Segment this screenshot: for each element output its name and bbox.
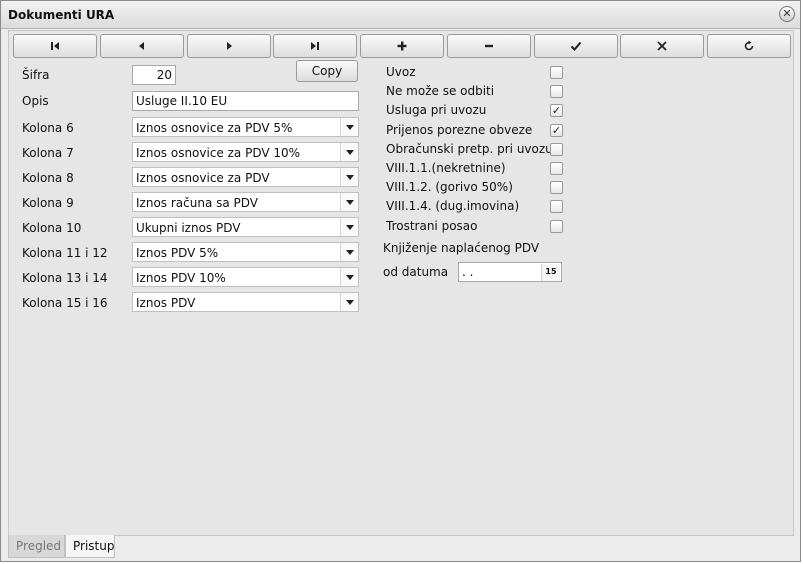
chevron-down-icon[interactable] [340, 293, 358, 311]
navigation-toolbar [13, 34, 791, 58]
chevron-down-icon[interactable] [340, 268, 358, 286]
option-label: Usluga pri uvozu [386, 103, 487, 118]
opis-input[interactable]: Usluge II.10 EU [132, 91, 359, 111]
option-label: VIII.1.1.(nekretnine) [386, 161, 506, 175]
x-icon [657, 41, 667, 51]
option-checkbox[interactable] [550, 85, 563, 99]
delete-button[interactable] [447, 34, 531, 58]
option-label: Obračunski pretp. pri uvozu [386, 141, 553, 156]
chevron-down-icon[interactable] [340, 218, 358, 236]
option-label: Uvoz [386, 65, 416, 79]
kolona-select-value: Iznos PDV 5% [136, 246, 219, 260]
dokumenti-ura-window: Dokumenti URA ✕ Šifra 20 Copy Opis Uslug… [0, 0, 801, 562]
option-checkbox[interactable]: ✓ [550, 104, 563, 118]
option-checkbox[interactable] [550, 142, 563, 156]
kolona-select[interactable]: Iznos osnovice za PDV 5% [132, 117, 359, 137]
option-label: Trostrani posao [386, 218, 478, 233]
prev-icon [139, 42, 144, 50]
knjizenje-title: Knjiženje naplaćenog PDV [383, 241, 540, 255]
od-datuma-label: od datuma [383, 265, 449, 279]
window-title: Dokumenti URA [8, 8, 115, 22]
option-checkbox[interactable]: ✓ [550, 123, 563, 137]
option-label: Prijenos porezne obveze [386, 122, 533, 137]
plus-icon [397, 41, 407, 51]
kolona-label: Kolona 8 [22, 171, 74, 185]
last-record-button[interactable] [273, 34, 357, 58]
opis-label: Opis [22, 94, 49, 108]
copy-button[interactable]: Copy [296, 60, 358, 82]
kolona-select-value: Ukupni iznos PDV [136, 221, 241, 235]
kolona-select[interactable]: Iznos PDV [132, 292, 359, 312]
last-icon [311, 42, 319, 50]
next-icon [227, 42, 232, 50]
chevron-down-icon[interactable] [340, 118, 358, 136]
option-label: VIII.1.4. (dug.imovina) [386, 199, 520, 214]
kolona-select-value: Iznos PDV [136, 296, 196, 310]
check-icon [570, 41, 582, 51]
minus-icon [485, 44, 493, 48]
next-record-button[interactable] [187, 34, 271, 58]
kolona-label: Kolona 11 i 12 [22, 246, 108, 260]
option-label: Ne može se odbiti [386, 84, 495, 99]
kolona-select-value: Iznos osnovice za PDV 5% [136, 121, 293, 135]
option-checkbox[interactable] [550, 162, 563, 175]
kolona-label: Kolona 7 [22, 146, 74, 160]
kolona-label: Kolona 10 [22, 221, 82, 235]
kolona-select[interactable]: Iznos osnovice za PDV [132, 167, 359, 187]
kolona-label: Kolona 9 [22, 196, 74, 210]
prev-record-button[interactable] [100, 34, 184, 58]
date-input[interactable]: . . 15 [458, 262, 562, 282]
option-checkbox[interactable] [550, 66, 563, 79]
calendar-icon[interactable]: 15 [541, 264, 560, 281]
kolona-label: Kolona 13 i 14 [22, 271, 108, 285]
kolona-select-value: Iznos osnovice za PDV 10% [136, 146, 301, 160]
close-icon[interactable]: ✕ [779, 6, 795, 22]
option-checkbox[interactable] [550, 200, 563, 214]
confirm-button[interactable] [534, 34, 618, 58]
first-icon [51, 42, 59, 50]
kolona-select[interactable]: Iznos osnovice za PDV 10% [132, 142, 359, 162]
first-record-button[interactable] [13, 34, 97, 58]
title-bar: Dokumenti URA ✕ [1, 1, 800, 29]
cancel-button[interactable] [620, 34, 704, 58]
kolona-select-value: Iznos osnovice za PDV [136, 171, 270, 185]
option-checkbox[interactable] [550, 219, 563, 233]
date-value: . . [462, 265, 474, 279]
chevron-down-icon[interactable] [340, 143, 358, 161]
chevron-down-icon[interactable] [340, 193, 358, 211]
kolona-select[interactable]: Ukupni iznos PDV [132, 217, 359, 237]
kolona-select[interactable]: Iznos računa sa PDV [132, 192, 359, 212]
kolona-select[interactable]: Iznos PDV 5% [132, 242, 359, 262]
tab-pristup[interactable]: Pristup [65, 535, 115, 558]
kolona-label: Kolona 15 i 16 [22, 296, 108, 310]
tab-pregled[interactable]: Pregled [8, 535, 65, 558]
add-button[interactable] [360, 34, 444, 58]
refresh-button[interactable] [707, 34, 791, 58]
kolona-select-value: Iznos PDV 10% [136, 271, 226, 285]
chevron-down-icon[interactable] [340, 168, 358, 186]
main-panel: Šifra 20 Copy Opis Usluge II.10 EU Kolon… [8, 30, 794, 536]
option-label: VIII.1.2. (gorivo 50%) [386, 180, 513, 195]
kolona-select-value: Iznos računa sa PDV [136, 196, 259, 210]
kolona-label: Kolona 6 [22, 121, 74, 135]
sifra-label: Šifra [22, 68, 50, 82]
sifra-input[interactable]: 20 [132, 65, 176, 85]
option-checkbox[interactable] [550, 181, 563, 195]
kolona-select[interactable]: Iznos PDV 10% [132, 267, 359, 287]
refresh-icon [744, 40, 754, 51]
chevron-down-icon[interactable] [340, 243, 358, 261]
